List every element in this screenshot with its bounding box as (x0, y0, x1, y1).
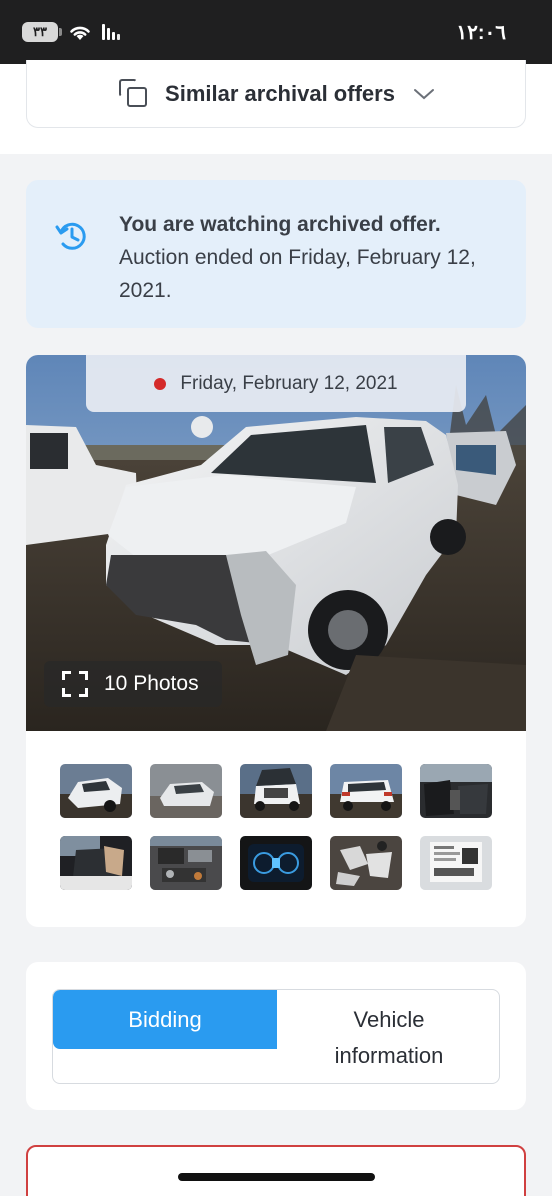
alert-card (26, 1145, 526, 1196)
cellular-signal-icon (102, 24, 120, 40)
auction-ended-text: Auction ended on Friday, February 12, 20… (119, 246, 476, 302)
auction-date: Friday, February 12, 2021 (180, 372, 398, 394)
archived-offer-banner: You are watching archived offer. Auction… (26, 180, 526, 328)
copy-icon (117, 77, 151, 111)
battery-level: ٣٣ (33, 24, 47, 39)
status-bar: ٣٣ ١٢:٠٦ (0, 0, 552, 64)
archived-offer-title: You are watching archived offer. (119, 213, 441, 236)
similar-offers-label: Similar archival offers (165, 80, 395, 106)
history-icon (55, 222, 86, 250)
thumbnail-rear-view[interactable] (330, 764, 402, 818)
archived-offer-text: You are watching archived offer. Auction… (119, 208, 499, 307)
thumbnail-interior-rear[interactable] (60, 836, 132, 890)
thumbnail-front-angle[interactable] (150, 764, 222, 818)
thumbnail-airbag-parts[interactable] (330, 836, 402, 890)
thumbnail-window-sticker[interactable] (420, 836, 492, 890)
home-indicator[interactable] (178, 1173, 375, 1181)
thumbnail-engine-bay[interactable] (150, 836, 222, 890)
tab-bidding[interactable]: Bidding (53, 990, 277, 1049)
offer-tabs-card: Bidding Vehicle information (26, 962, 526, 1110)
status-time: ١٢:٠٦ (456, 22, 506, 44)
photos-count-label: 10 Photos (104, 672, 199, 695)
tab-vehicle-information[interactable]: Vehicle information (277, 990, 499, 1083)
photo-gallery: Friday, February 12, 2021 10 Photos (26, 355, 526, 927)
battery-icon: ٣٣ (22, 22, 62, 42)
view-photos-button[interactable]: 10 Photos (44, 661, 222, 707)
main-vehicle-photo[interactable]: Friday, February 12, 2021 10 Photos (26, 355, 526, 731)
thumbnail-interior-front[interactable] (420, 764, 492, 818)
thumbnail-dashboard-cluster[interactable] (240, 836, 312, 890)
thumbnail-grid (60, 764, 492, 890)
offer-tab-group: Bidding Vehicle information (52, 989, 500, 1084)
status-icons: ٣٣ (22, 22, 120, 42)
wifi-icon (70, 26, 90, 40)
chevron-down-icon (413, 88, 434, 99)
expand-icon (62, 671, 88, 697)
thumbnail-rear-hatch-open[interactable] (240, 764, 312, 818)
thumbnail-front-damage[interactable] (60, 764, 132, 818)
similar-offers-dropdown[interactable]: Similar archival offers (26, 60, 526, 128)
status-dot (154, 377, 167, 390)
auction-date-pill: Friday, February 12, 2021 (86, 355, 466, 412)
